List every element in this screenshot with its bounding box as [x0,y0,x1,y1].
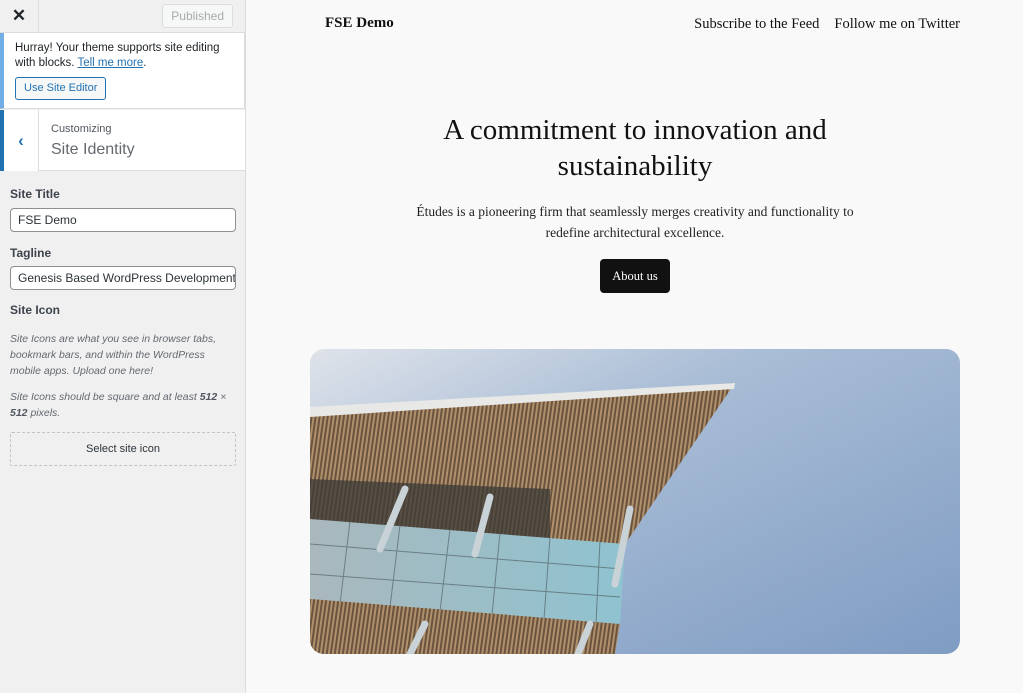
building-photo [310,349,960,654]
site-title-input[interactable]: FSE Demo [10,208,236,232]
site-navigation: Subscribe to the Feed Follow me on Twitt… [694,16,960,33]
about-us-button[interactable]: About us [600,259,670,293]
site-icon-label: Site Icon [10,303,61,317]
site-preview: FSE Demo Subscribe to the Feed Follow me… [247,0,1023,693]
site-icon-description: Site Icons are what you see in browser t… [10,333,217,377]
size-times: × [217,391,227,403]
notice-suffix: . [143,57,147,69]
nav-link-subscribe[interactable]: Subscribe to the Feed [694,16,819,33]
hero-heading-line1: A commitment to innovation and [443,114,827,146]
section-header: ‹ Customizing Site Identity [0,110,245,171]
breadcrumb: Customizing [51,123,112,135]
close-icon: ✕ [11,6,27,25]
customizer-sidebar: ✕ Published Hurray! Your theme supports … [0,0,246,693]
nav-link-twitter[interactable]: Follow me on Twitter [834,16,960,33]
site-title-label: Site Title [10,187,60,201]
use-site-editor-button[interactable]: Use Site Editor [15,77,107,100]
tagline-label: Tagline [10,246,52,260]
published-button[interactable]: Published [162,4,233,28]
tagline-input[interactable]: Genesis Based WordPress Development [10,266,236,290]
size-note-text: Site Icons should be square and at least [10,391,200,403]
hero-image [310,349,960,654]
site-icon-size-note: Site Icons should be square and at least… [10,389,238,421]
close-customizer-button[interactable]: ✕ [0,0,39,32]
back-button[interactable]: ‹ [0,110,39,171]
customizer-header: ✕ Published [0,0,245,33]
hero-description: Études is a pioneering firm that seamles… [416,204,854,240]
hero-heading: A commitment to innovation and sustainab… [247,112,1023,184]
site-editor-notice: Hurray! Your theme supports site editing… [0,33,245,109]
site-name-link[interactable]: FSE Demo [325,15,394,32]
chevron-left-icon: ‹ [18,130,24,150]
tell-me-more-link[interactable]: Tell me more [77,57,143,69]
select-site-icon-button[interactable]: Select site icon [10,432,236,466]
size-height: 512 [10,407,28,419]
hero-heading-line2: sustainability [557,150,713,182]
section-title: Site Identity [51,141,135,158]
size-note-suffix: pixels. [27,407,61,419]
size-width: 512 [199,391,218,403]
